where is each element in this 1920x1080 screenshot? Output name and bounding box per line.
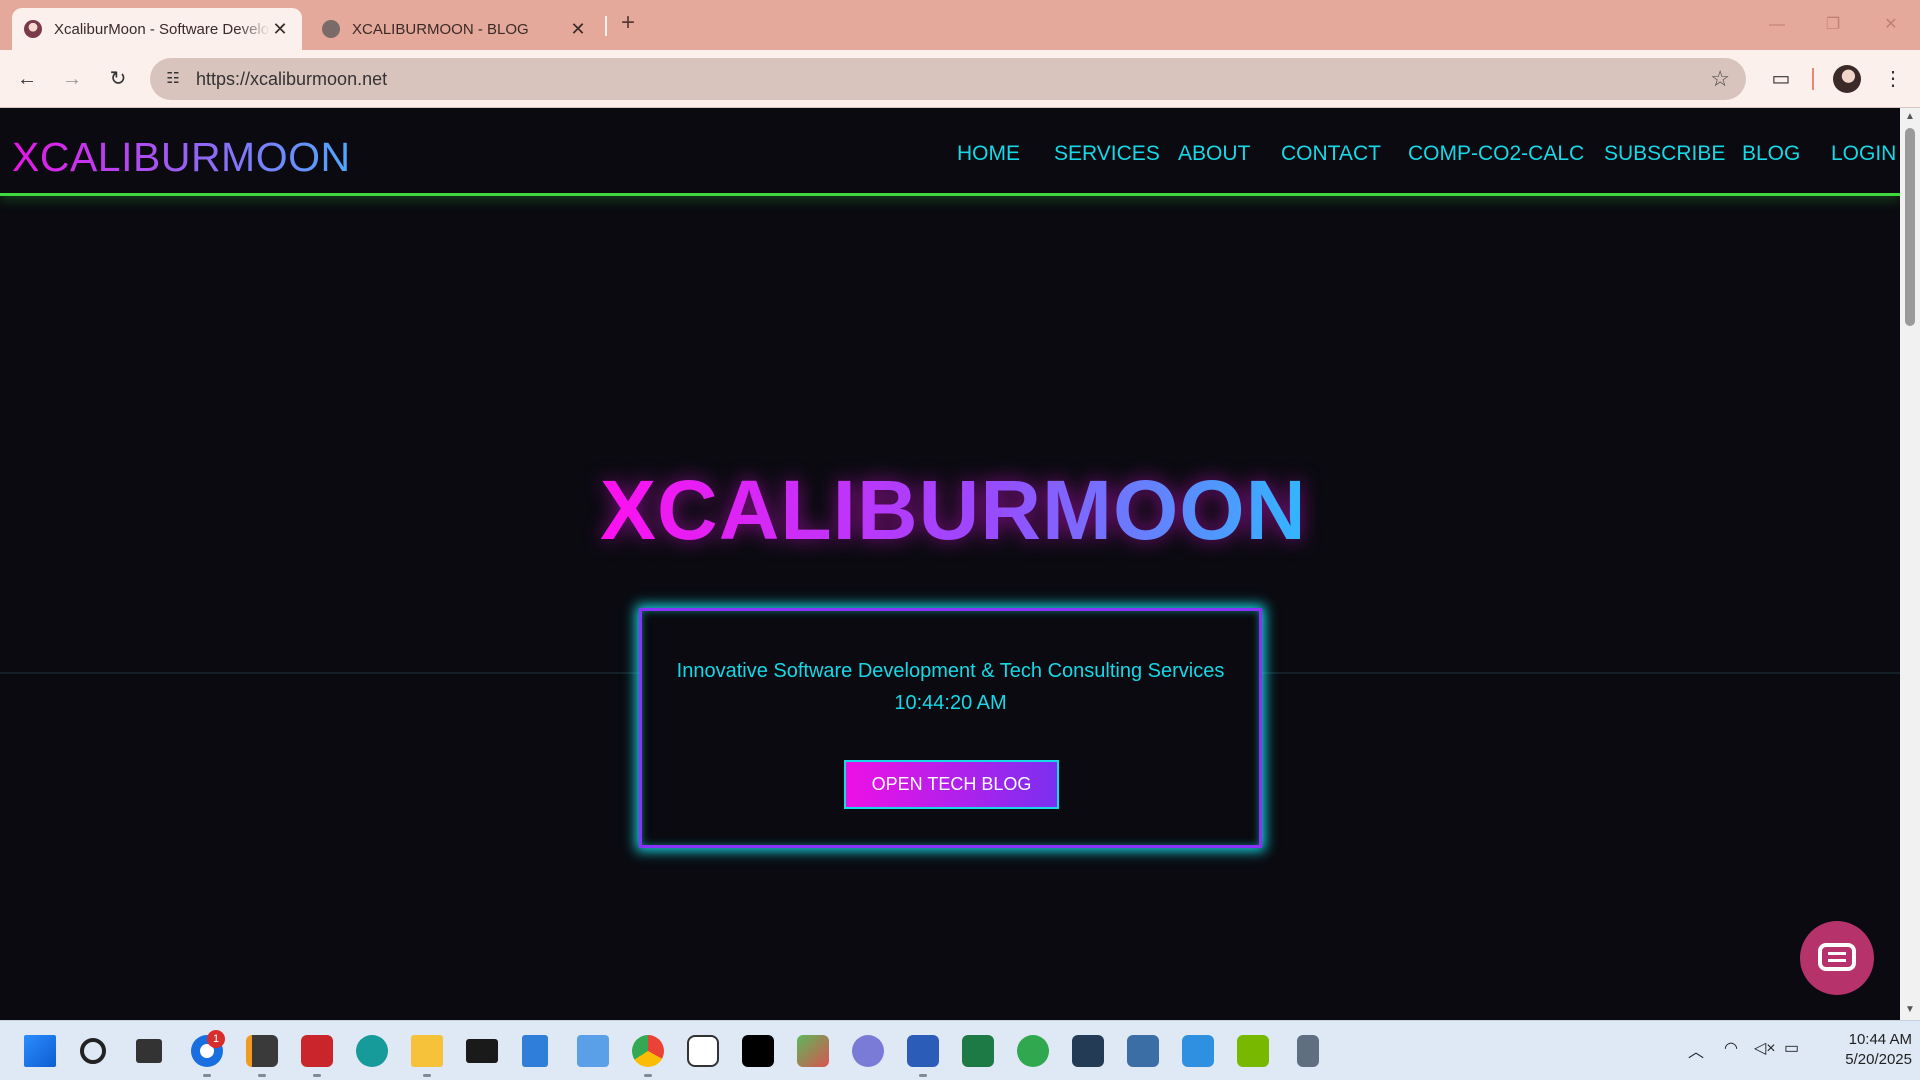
tab-xcaliburmoon[interactable]: XcaliburMoon - Software Development ✕ [12,8,302,50]
paint-icon[interactable] [797,1035,829,1067]
notepad-icon[interactable] [522,1035,548,1067]
nvidia-icon[interactable] [1237,1035,1269,1067]
windows-start-icon[interactable] [24,1035,56,1067]
cast-icon[interactable]: ▭ [1766,64,1796,94]
chrome-icon[interactable] [632,1035,664,1067]
toolbar-divider [1812,68,1814,90]
tagline: Innovative Software Development & Tech C… [676,660,1225,682]
running-indicator [203,1074,211,1077]
close-tab-icon[interactable]: ✕ [270,19,290,40]
new-tab-button[interactable]: + [616,11,640,36]
mysql-workbench-icon[interactable] [1072,1035,1104,1067]
hero-card: Innovative Software Development & Tech C… [639,608,1262,848]
nav-comp-co2-calc[interactable]: COMP-CO2-CALC [1408,142,1584,166]
nav-home[interactable]: HOME [957,142,1020,166]
site-header: XCALIBURMOON HOME SERVICES ABOUT CONTACT… [0,108,1900,196]
system-clock[interactable]: 10:44 AM 5/20/2025 [1820,1030,1912,1070]
copilot-icon[interactable] [687,1035,719,1067]
battery-icon[interactable]: ▭ [1784,1038,1799,1058]
volume-muted-icon[interactable]: ◁× [1754,1038,1776,1058]
browser-toolbar: ← → ↻ ☷ https://xcaliburmoon.net ☆ ▭ ⋮ [0,50,1920,108]
nav-subscribe[interactable]: SUBSCRIBE [1604,142,1725,166]
sublime-text-icon[interactable] [246,1035,278,1067]
running-indicator [644,1074,652,1077]
site-favicon-icon [24,20,42,38]
show-hidden-icons-icon[interactable]: ︿ [1688,1038,1704,1062]
restore-icon[interactable]: ❐ [1818,10,1848,40]
browser-titlebar: XcaliburMoon - Software Development ✕ XC… [0,0,1920,50]
close-tab-icon[interactable]: ✕ [568,19,588,40]
arduino-icon[interactable] [356,1035,388,1067]
tab-separator [605,16,607,36]
tab-blog[interactable]: XCALIBURMOON - BLOG ✕ [310,8,600,50]
running-indicator [313,1074,321,1077]
network-icon[interactable] [1017,1035,1049,1067]
search-icon[interactable] [80,1038,106,1064]
menu-icon[interactable]: ⋮ [1878,64,1908,94]
close-window-icon[interactable]: ✕ [1876,10,1906,40]
url-text[interactable]: https://xcaliburmoon.net [196,69,387,90]
address-bar[interactable]: ☷ https://xcaliburmoon.net ☆ [150,58,1746,100]
terminal-icon[interactable] [466,1039,498,1063]
back-icon[interactable]: ← [12,64,42,94]
nav-about[interactable]: ABOUT [1178,142,1250,166]
mail-badge: 1 [207,1030,225,1048]
filezilla-icon[interactable] [301,1035,333,1067]
remote-desktop-icon[interactable] [1127,1035,1159,1067]
globe-icon [322,20,340,38]
calculator-icon[interactable] [1297,1035,1319,1067]
nav-blog[interactable]: BLOG [1742,142,1800,166]
snipping-tool-icon[interactable] [577,1035,609,1067]
forward-icon[interactable]: → [57,64,87,94]
page-scrollbar[interactable]: ▲ ▼ [1900,108,1920,1020]
nav-services[interactable]: SERVICES [1054,142,1160,166]
profile-avatar[interactable] [1833,65,1861,93]
tab-title: XcaliburMoon - Software Development [54,20,270,38]
live-clock: 10:44:20 AM [894,692,1007,714]
windows-taskbar [0,1020,1920,1080]
scroll-down-icon[interactable]: ▼ [1904,1004,1916,1015]
bookmark-star-icon[interactable]: ☆ [1710,66,1730,92]
running-indicator [423,1074,431,1077]
minimize-icon[interactable]: — [1762,10,1792,40]
scroll-thumb[interactable] [1905,128,1915,326]
task-view-icon[interactable] [136,1039,162,1063]
clock-date: 5/20/2025 [1845,1051,1912,1068]
tab-title: XCALIBURMOON - BLOG [352,20,529,38]
web-page: XCALIBURMOON HOME SERVICES ABOUT CONTACT… [0,108,1900,1020]
nav-contact[interactable]: CONTACT [1281,142,1381,166]
r-studio-icon[interactable] [1182,1035,1214,1067]
running-indicator [919,1074,927,1077]
reload-icon[interactable]: ↻ [103,64,133,94]
wifi-icon[interactable]: ◠ [1724,1038,1738,1058]
excel-icon[interactable] [962,1035,994,1067]
clock-time: 10:44 AM [1848,1031,1912,1048]
word-icon[interactable] [907,1035,939,1067]
unity-icon[interactable] [742,1035,774,1067]
open-tech-blog-button[interactable]: OPEN TECH BLOG [844,760,1059,809]
chat-widget-button[interactable] [1800,921,1874,995]
hero-title: XCALIBURMOON [600,463,1308,557]
file-explorer-icon[interactable] [411,1035,443,1067]
chat-icon [1818,943,1856,971]
site-info-icon[interactable]: ☷ [162,68,184,90]
running-indicator [258,1074,266,1077]
teams-icon[interactable] [852,1035,884,1067]
nav-login[interactable]: LOGIN [1831,142,1896,166]
site-logo[interactable]: XCALIBURMOON [12,134,351,181]
scroll-up-icon[interactable]: ▲ [1904,111,1916,122]
